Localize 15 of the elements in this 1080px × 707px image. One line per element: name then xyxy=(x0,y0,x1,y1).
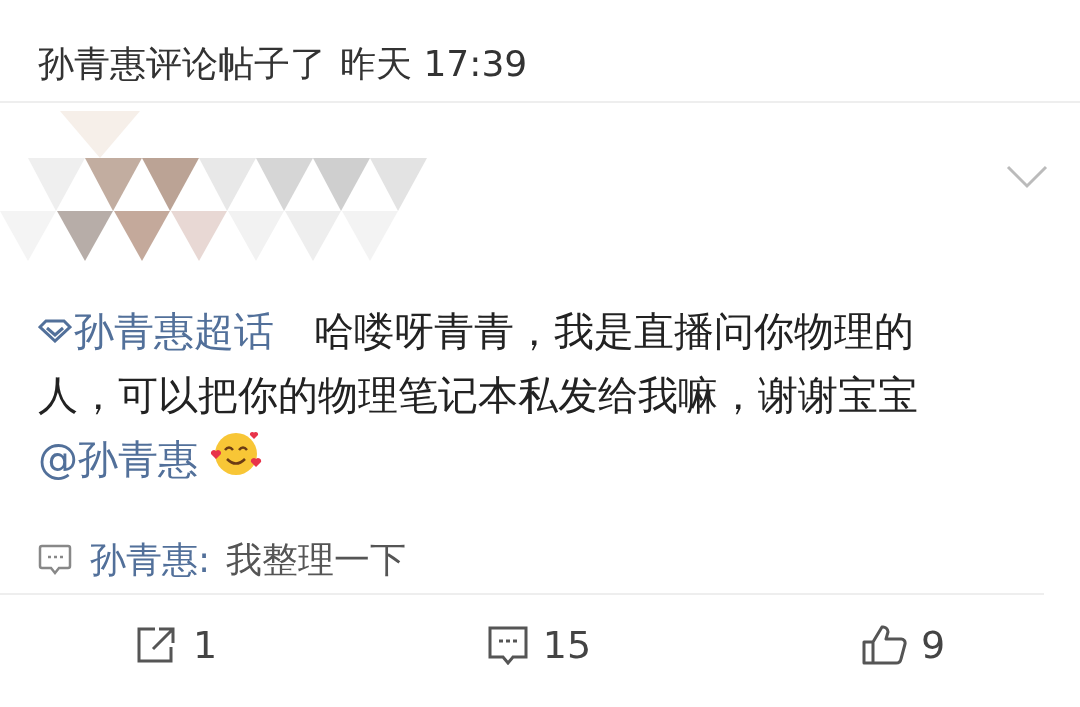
chevron-down-icon[interactable] xyxy=(1006,165,1048,189)
comment-button[interactable]: 15 xyxy=(486,616,592,674)
comment-icon xyxy=(486,625,529,665)
like-button[interactable]: 9 xyxy=(860,616,946,674)
diamond-icon xyxy=(38,319,72,343)
thumbs-up-icon xyxy=(860,624,907,666)
mention-link[interactable]: @孙青惠 xyxy=(38,436,198,482)
comment-text: 孙青惠超话 哈喽呀青青，我是直播问你物理的人，可以把你的物理笔记本私发给我嘛，谢谢宝宝 @孙青惠 xyxy=(37,307,919,484)
notification-title: 孙青惠评论帖子了 xyxy=(38,41,326,86)
timestamp: 昨天 17:39 xyxy=(340,41,528,86)
reply-text: 我整理一下 xyxy=(226,538,407,582)
reply-author-link[interactable]: 孙青惠: xyxy=(90,533,211,587)
share-button[interactable]: 1 xyxy=(134,616,218,674)
topic-link[interactable]: 孙青惠超话 xyxy=(38,308,274,354)
comment-icon xyxy=(38,544,72,576)
